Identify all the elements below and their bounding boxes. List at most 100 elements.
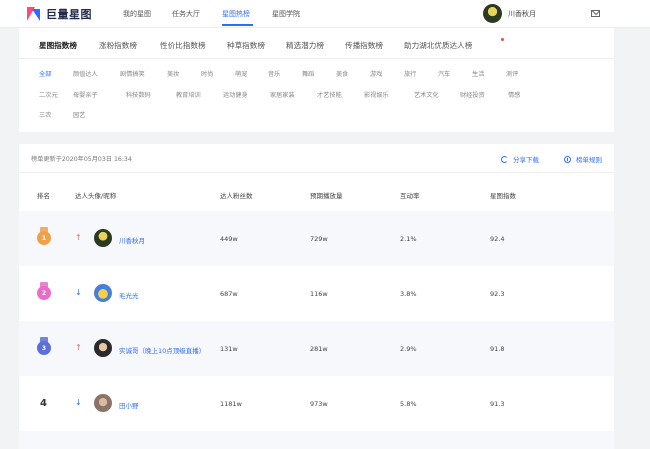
tab-spread-index[interactable]: 传播指数榜 — [345, 40, 383, 51]
nickname-link[interactable]: 毛光光 — [119, 290, 139, 300]
avatar[interactable] — [94, 229, 112, 247]
category-item[interactable]: 教育培训 — [176, 90, 201, 99]
ranking-rules-button[interactable]: 榜单规则 — [564, 154, 602, 164]
expected-plays: 281w — [310, 345, 328, 353]
category-item[interactable]: 艺术文化 — [414, 90, 439, 99]
fans-count: 131w — [220, 345, 238, 353]
nav-active-indicator — [222, 24, 253, 26]
share-download-label: 分享下载 — [513, 156, 539, 164]
category-item[interactable]: 美食 — [336, 69, 348, 78]
category-item[interactable]: 舞蹈 — [302, 69, 314, 78]
fans-count: 687w — [220, 290, 238, 298]
table-row[interactable]: 1 ↑ 川香秋月 449w 729w 2.1% 92.4 — [19, 211, 614, 266]
expected-plays: 973w — [310, 400, 328, 408]
category-item[interactable]: 情感 — [508, 90, 520, 99]
nav-my-xingtu[interactable]: 我的星图 — [123, 9, 151, 19]
table-row[interactable]: 3 ↑ 实诚哥（晚上10点顶级直播） 131w 281w 2.9% 91.8 — [19, 321, 614, 376]
filter-panel: 星图指数榜 涨粉指数榜 性价比指数榜 种草指数榜 精选潜力榜 传播指数榜 助力湖… — [19, 28, 614, 132]
xingtu-index: 91.8 — [490, 345, 505, 353]
top-navbar: 巨量星图 我的星图 任务大厅 星图热榜 星图学院 川香秋月 — [0, 0, 650, 28]
info-icon — [564, 155, 571, 163]
category-item[interactable]: 运动健身 — [223, 90, 248, 99]
ranking-rules-label: 榜单规则 — [576, 156, 602, 164]
tab-potential[interactable]: 精选潜力榜 — [286, 40, 324, 51]
category-item[interactable]: 财经投资 — [460, 90, 485, 99]
gold-medal-icon: 1 — [37, 227, 51, 245]
bronze-medal-icon: 3 — [37, 337, 51, 355]
interaction-rate: 2.1% — [400, 235, 417, 243]
category-item[interactable]: 家居家装 — [270, 90, 295, 99]
avatar[interactable] — [94, 284, 112, 302]
tab-hubei-support[interactable]: 助力湖北优质达人榜 — [404, 40, 472, 51]
category-item[interactable]: 测评 — [506, 69, 518, 78]
user-name[interactable]: 川香秋月 — [508, 9, 536, 19]
rank-number: 4 — [40, 398, 47, 409]
avatar[interactable] — [94, 394, 112, 412]
table-row[interactable]: 4 ↓ 田小野 1181w 973w 5.8% 91.3 — [19, 376, 614, 431]
table-row[interactable]: 2 ↓ 毛光光 687w 116w 3.8% 92.3 — [19, 266, 614, 321]
nickname-link[interactable]: 川香秋月 — [119, 235, 145, 245]
header-xingtu-index: 星图指数 — [490, 192, 516, 200]
silver-medal-icon: 2 — [37, 282, 51, 300]
new-badge-dot — [501, 38, 504, 41]
category-item[interactable]: 萌宠 — [235, 69, 247, 78]
table-row[interactable] — [19, 431, 614, 449]
header-expected-plays: 预期播放量 — [310, 192, 343, 200]
update-time: 榜单更新于2020年05月03日 16:34 — [31, 156, 132, 163]
xingtu-index: 92.3 — [490, 290, 505, 298]
logo-icon — [27, 7, 43, 21]
category-item[interactable]: 三农 — [39, 110, 51, 119]
interaction-rate: 3.8% — [400, 290, 417, 298]
mail-icon[interactable] — [591, 10, 600, 17]
interaction-rate: 5.8% — [400, 400, 417, 408]
header-fans: 达人粉丝数 — [220, 192, 253, 200]
divider — [19, 172, 614, 173]
category-item[interactable]: 二次元 — [39, 90, 58, 99]
nav-academy[interactable]: 星图学院 — [272, 9, 300, 19]
xingtu-index: 91.3 — [490, 400, 505, 408]
xingtu-index: 92.4 — [490, 235, 505, 243]
trend-down-icon: ↓ — [75, 288, 82, 297]
expected-plays: 729w — [310, 235, 328, 243]
category-item[interactable]: 全部 — [39, 69, 51, 78]
ranking-table: 榜单更新于2020年05月03日 16:34 分享下载 榜单规则 排名 达人头像… — [19, 144, 614, 449]
category-item[interactable]: 音乐 — [268, 69, 280, 78]
logo[interactable]: 巨量星图 — [27, 6, 92, 22]
share-icon — [501, 155, 508, 163]
share-download-button[interactable]: 分享下载 — [501, 154, 539, 164]
category-item[interactable]: 美妆 — [167, 69, 179, 78]
fans-count: 1181w — [220, 400, 242, 408]
category-item[interactable]: 游戏 — [370, 69, 382, 78]
nickname-link[interactable]: 田小野 — [119, 400, 139, 410]
expected-plays: 116w — [310, 290, 328, 298]
category-item[interactable]: 园艺 — [73, 110, 85, 119]
header-rank: 排名 — [37, 192, 50, 200]
trend-up-icon: ↑ — [75, 233, 82, 242]
category-item[interactable]: 时尚 — [201, 69, 213, 78]
nav-hot-list[interactable]: 星图热榜 — [222, 9, 250, 19]
fans-count: 449w — [220, 235, 238, 243]
trend-down-icon: ↓ — [75, 398, 82, 407]
header-avatar-nickname: 达人头像/昵称 — [75, 192, 117, 200]
category-item[interactable]: 科技数码 — [126, 90, 151, 99]
tab-seeding-index[interactable]: 种草指数榜 — [227, 40, 265, 51]
tab-cost-performance[interactable]: 性价比指数榜 — [160, 40, 206, 51]
user-avatar[interactable] — [483, 4, 502, 23]
logo-text: 巨量星图 — [46, 8, 92, 21]
interaction-rate: 2.9% — [400, 345, 417, 353]
category-item[interactable]: 汽车 — [438, 69, 450, 78]
avatar[interactable] — [94, 339, 112, 357]
nav-task-hall[interactable]: 任务大厅 — [172, 9, 200, 19]
category-item[interactable]: 旅行 — [404, 69, 416, 78]
category-item[interactable]: 才艺技能 — [317, 90, 342, 99]
tab-fans-growth[interactable]: 涨粉指数榜 — [99, 40, 137, 51]
category-item[interactable]: 生活 — [472, 69, 484, 78]
category-item[interactable]: 剧情搞笑 — [120, 69, 145, 78]
category-item[interactable]: 母婴亲子 — [73, 90, 98, 99]
ranking-tabs: 星图指数榜 涨粉指数榜 性价比指数榜 种草指数榜 精选潜力榜 传播指数榜 助力湖… — [19, 28, 614, 59]
trend-up-icon: ↑ — [75, 343, 82, 352]
nickname-link[interactable]: 实诚哥（晚上10点顶级直播） — [119, 345, 205, 355]
category-item[interactable]: 颜值达人 — [73, 69, 98, 78]
tab-xingtu-index[interactable]: 星图指数榜 — [39, 40, 77, 51]
category-item[interactable]: 影视娱乐 — [364, 90, 389, 99]
